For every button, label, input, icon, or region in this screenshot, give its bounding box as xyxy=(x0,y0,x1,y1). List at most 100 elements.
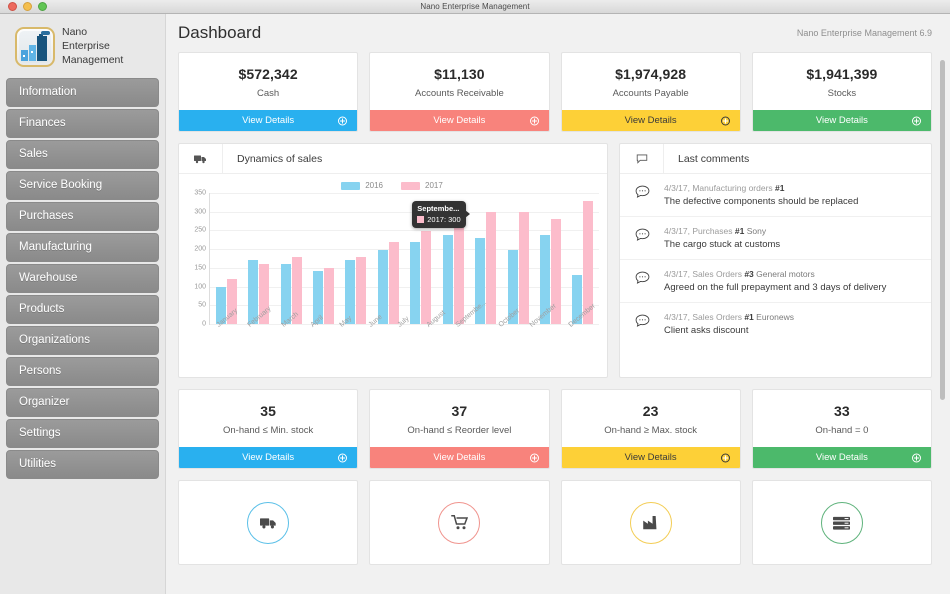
view-details-button[interactable]: View Details xyxy=(561,110,740,131)
sidebar-item-organizations[interactable]: Organizations xyxy=(6,325,159,355)
icon-card-shipping[interactable] xyxy=(178,480,359,565)
view-details-button[interactable]: View Details xyxy=(179,447,358,468)
kpi-value: $572,342 xyxy=(238,66,298,82)
sidebar-item-label: Organizations xyxy=(19,334,90,347)
comment-text: The defective components should be repla… xyxy=(664,196,859,207)
brand: Nano Enterprise Management xyxy=(6,14,159,78)
view-details-button[interactable]: View Details xyxy=(561,447,740,468)
server-icon xyxy=(820,501,863,544)
kpi-content: $1,974,928 Accounts Payable xyxy=(562,53,740,110)
comment-item[interactable]: 4/3/17, Sales Orders #1 Euronews Client a… xyxy=(620,303,931,345)
view-details-button[interactable]: View Details xyxy=(370,447,549,468)
vertical-scrollbar[interactable] xyxy=(938,54,947,592)
kpi-content: 37 On-hand ≤ Reorder level xyxy=(370,390,548,447)
icon-card-warehouse[interactable] xyxy=(751,480,932,565)
sidebar-item-label: Sales xyxy=(19,148,48,161)
legend-swatch xyxy=(341,181,361,190)
brand-line-3: Management xyxy=(62,53,124,66)
comment-doc-number: #1 xyxy=(744,312,754,322)
sidebar-item-sales[interactable]: Sales xyxy=(6,139,159,169)
kpi-content: $1,941,399 Stocks xyxy=(753,53,931,110)
comment-text: Client asks discount xyxy=(664,325,749,336)
legend-label: 2017 xyxy=(425,181,443,190)
kpi-label: Stocks xyxy=(827,88,857,99)
chart-y-tick-label: 200 xyxy=(194,245,206,253)
kpi-value: 23 xyxy=(642,403,659,419)
legend-item-2017[interactable]: 2017 xyxy=(401,181,443,190)
sidebar-item-label: Settings xyxy=(19,427,61,440)
comment-bubble-icon xyxy=(620,269,664,284)
chart-bar[interactable] xyxy=(388,242,399,324)
sidebar-item-service-booking[interactable]: Service Booking xyxy=(6,170,159,200)
view-details-button[interactable]: View Details xyxy=(370,110,549,131)
tooltip-value: 2017: 300 xyxy=(427,214,461,224)
sidebar-item-warehouse[interactable]: Warehouse xyxy=(6,263,159,293)
sidebar-item-purchases[interactable]: Purchases xyxy=(6,201,159,231)
dynamics-of-sales-panel: Dynamics of sales 2016 2017 0 50 100 150… xyxy=(178,143,608,378)
comment-body: 4/3/17, Sales Orders #3 General motors Ag… xyxy=(664,269,886,293)
comment-item[interactable]: 4/3/17, Manufacturing orders #1 The defec… xyxy=(620,174,931,217)
sidebar-item-label: Information xyxy=(19,86,77,99)
comment-body: 4/3/17, Purchases #1 Sony The cargo stuck… xyxy=(664,226,780,250)
tooltip-row: 2017: 300 xyxy=(417,214,461,224)
comment-bubble-icon xyxy=(620,183,664,198)
factory-logo-icon xyxy=(15,26,55,67)
icon-card-manufacturing[interactable] xyxy=(560,480,741,565)
comment-item[interactable]: 4/3/17, Purchases #1 Sony The cargo stuck… xyxy=(620,217,931,260)
icon-card-purchases[interactable] xyxy=(369,480,550,565)
sidebar-item-utilities[interactable]: Utilities xyxy=(6,449,159,479)
chart-bar[interactable] xyxy=(453,211,464,324)
view-details-label: View Details xyxy=(815,452,868,463)
sidebar-item-label: Service Booking xyxy=(19,179,103,192)
scrollbar-thumb[interactable] xyxy=(940,60,945,400)
kpi-value: 37 xyxy=(451,403,468,419)
app-version-label: Nano Enterprise Management 6.9 xyxy=(796,28,932,38)
sidebar-item-finances[interactable]: Finances xyxy=(6,108,159,138)
kpi-value: 33 xyxy=(833,403,850,419)
kpi-card-reorder-level: 37 On-hand ≤ Reorder level View Details xyxy=(369,389,550,469)
view-details-button[interactable]: View Details xyxy=(752,447,931,468)
view-details-label: View Details xyxy=(624,115,677,126)
kpi-card-stocks: $1,941,399 Stocks View Details xyxy=(751,52,932,132)
plus-circle-icon xyxy=(720,453,730,462)
sidebar-item-organizer[interactable]: Organizer xyxy=(6,387,159,417)
view-details-label: View Details xyxy=(433,115,486,126)
chart-bar-group xyxy=(275,193,307,324)
icon-card-row xyxy=(178,480,932,565)
factory-icon xyxy=(629,501,672,544)
comment-bubble-icon xyxy=(620,226,664,241)
kpi-row-financial: $572,342 Cash View Details $11,130 Accou… xyxy=(178,52,932,132)
app-window: Nano Enterprise Management Nano Enterpri xyxy=(0,0,950,594)
comment-text: The cargo stuck at customs xyxy=(664,239,781,250)
comment-body: 4/3/17, Manufacturing orders #1 The defec… xyxy=(664,183,858,207)
cart-icon xyxy=(438,501,481,544)
plus-circle-icon xyxy=(529,116,539,125)
plus-circle-icon xyxy=(720,116,730,125)
sidebar-item-persons[interactable]: Persons xyxy=(6,356,159,386)
kpi-content: $11,130 Accounts Receivable xyxy=(370,53,548,110)
comment-entity: Sony xyxy=(744,226,767,236)
sidebar-item-products[interactable]: Products xyxy=(6,294,159,324)
chart-bar[interactable] xyxy=(518,211,529,324)
kpi-label: Accounts Payable xyxy=(612,88,689,99)
legend-label: 2016 xyxy=(365,181,383,190)
comment-doc-number: #1 xyxy=(775,183,785,193)
tooltip-title: Septembe... xyxy=(417,203,460,213)
kpi-card-accounts-receivable: $11,130 Accounts Receivable View Details xyxy=(369,52,550,132)
sidebar-item-information[interactable]: Information xyxy=(6,77,159,107)
chart-bar[interactable] xyxy=(421,230,432,324)
sidebar-item-manufacturing[interactable]: Manufacturing xyxy=(6,232,159,262)
sidebar-item-settings[interactable]: Settings xyxy=(6,418,159,448)
legend-item-2016[interactable]: 2016 xyxy=(341,181,383,190)
app-body: Nano Enterprise Management Information F… xyxy=(0,14,950,594)
comment-item[interactable]: 4/3/17, Sales Orders #3 General motors Ag… xyxy=(620,260,931,303)
chart-y-tick-label: 250 xyxy=(194,226,206,234)
view-details-button[interactable]: View Details xyxy=(752,110,931,131)
comment-meta: 4/3/17, Purchases #1 Sony xyxy=(664,226,767,236)
chart-legend: 2016 2017 xyxy=(183,180,601,193)
view-details-button[interactable]: View Details xyxy=(179,110,358,131)
chart-x-axis: January February March April May June July Augu… xyxy=(209,299,599,369)
comment-icon xyxy=(620,144,664,173)
sidebar-item-label: Persons xyxy=(19,365,62,378)
chart-y-tick-label: 100 xyxy=(194,283,206,291)
